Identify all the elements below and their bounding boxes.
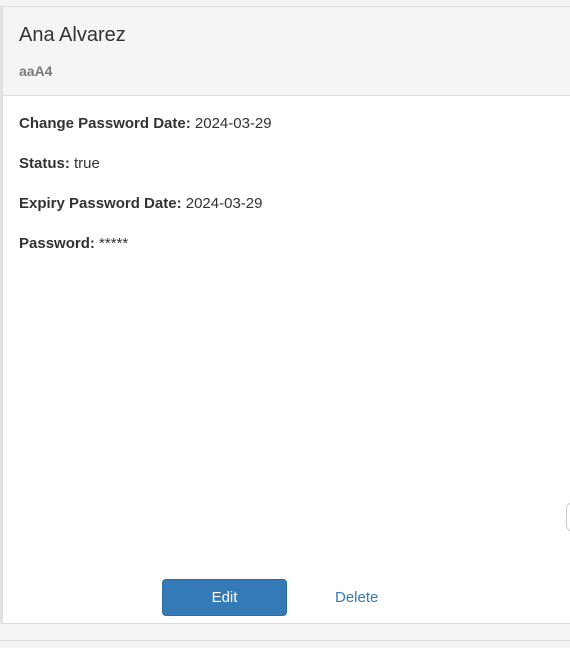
status-field: Status: true xyxy=(19,155,100,172)
field-value: 2024-03-29 xyxy=(194,115,272,132)
field-value: 2024-03-29 xyxy=(185,195,263,212)
field-label: Expiry Password Date: xyxy=(19,195,186,212)
user-name-title: Ana Alvarez xyxy=(19,24,126,46)
card-header: Ana Alvarez aaA4 xyxy=(3,7,570,96)
page: Ana Alvarez aaA4 Change Password Date: 2… xyxy=(0,0,570,648)
expiry-password-date-field: Expiry Password Date: 2024-03-29 xyxy=(19,195,262,212)
user-card: Ana Alvarez aaA4 Change Password Date: 2… xyxy=(2,6,570,624)
field-label: Change Password Date: xyxy=(19,115,195,132)
edit-button[interactable]: Edit xyxy=(162,579,287,616)
field-value: ***** xyxy=(99,235,129,252)
field-label: Password: xyxy=(19,235,100,252)
password-field: Password: ***** xyxy=(19,235,128,252)
field-value: true xyxy=(74,155,100,172)
bottom-divider xyxy=(0,640,570,648)
scroll-handle[interactable] xyxy=(566,502,570,532)
change-password-date-field: Change Password Date: 2024-03-29 xyxy=(19,115,272,132)
field-label: Status: xyxy=(19,155,75,172)
delete-link[interactable]: Delete xyxy=(335,589,378,606)
user-id-subtitle: aaA4 xyxy=(19,63,53,79)
